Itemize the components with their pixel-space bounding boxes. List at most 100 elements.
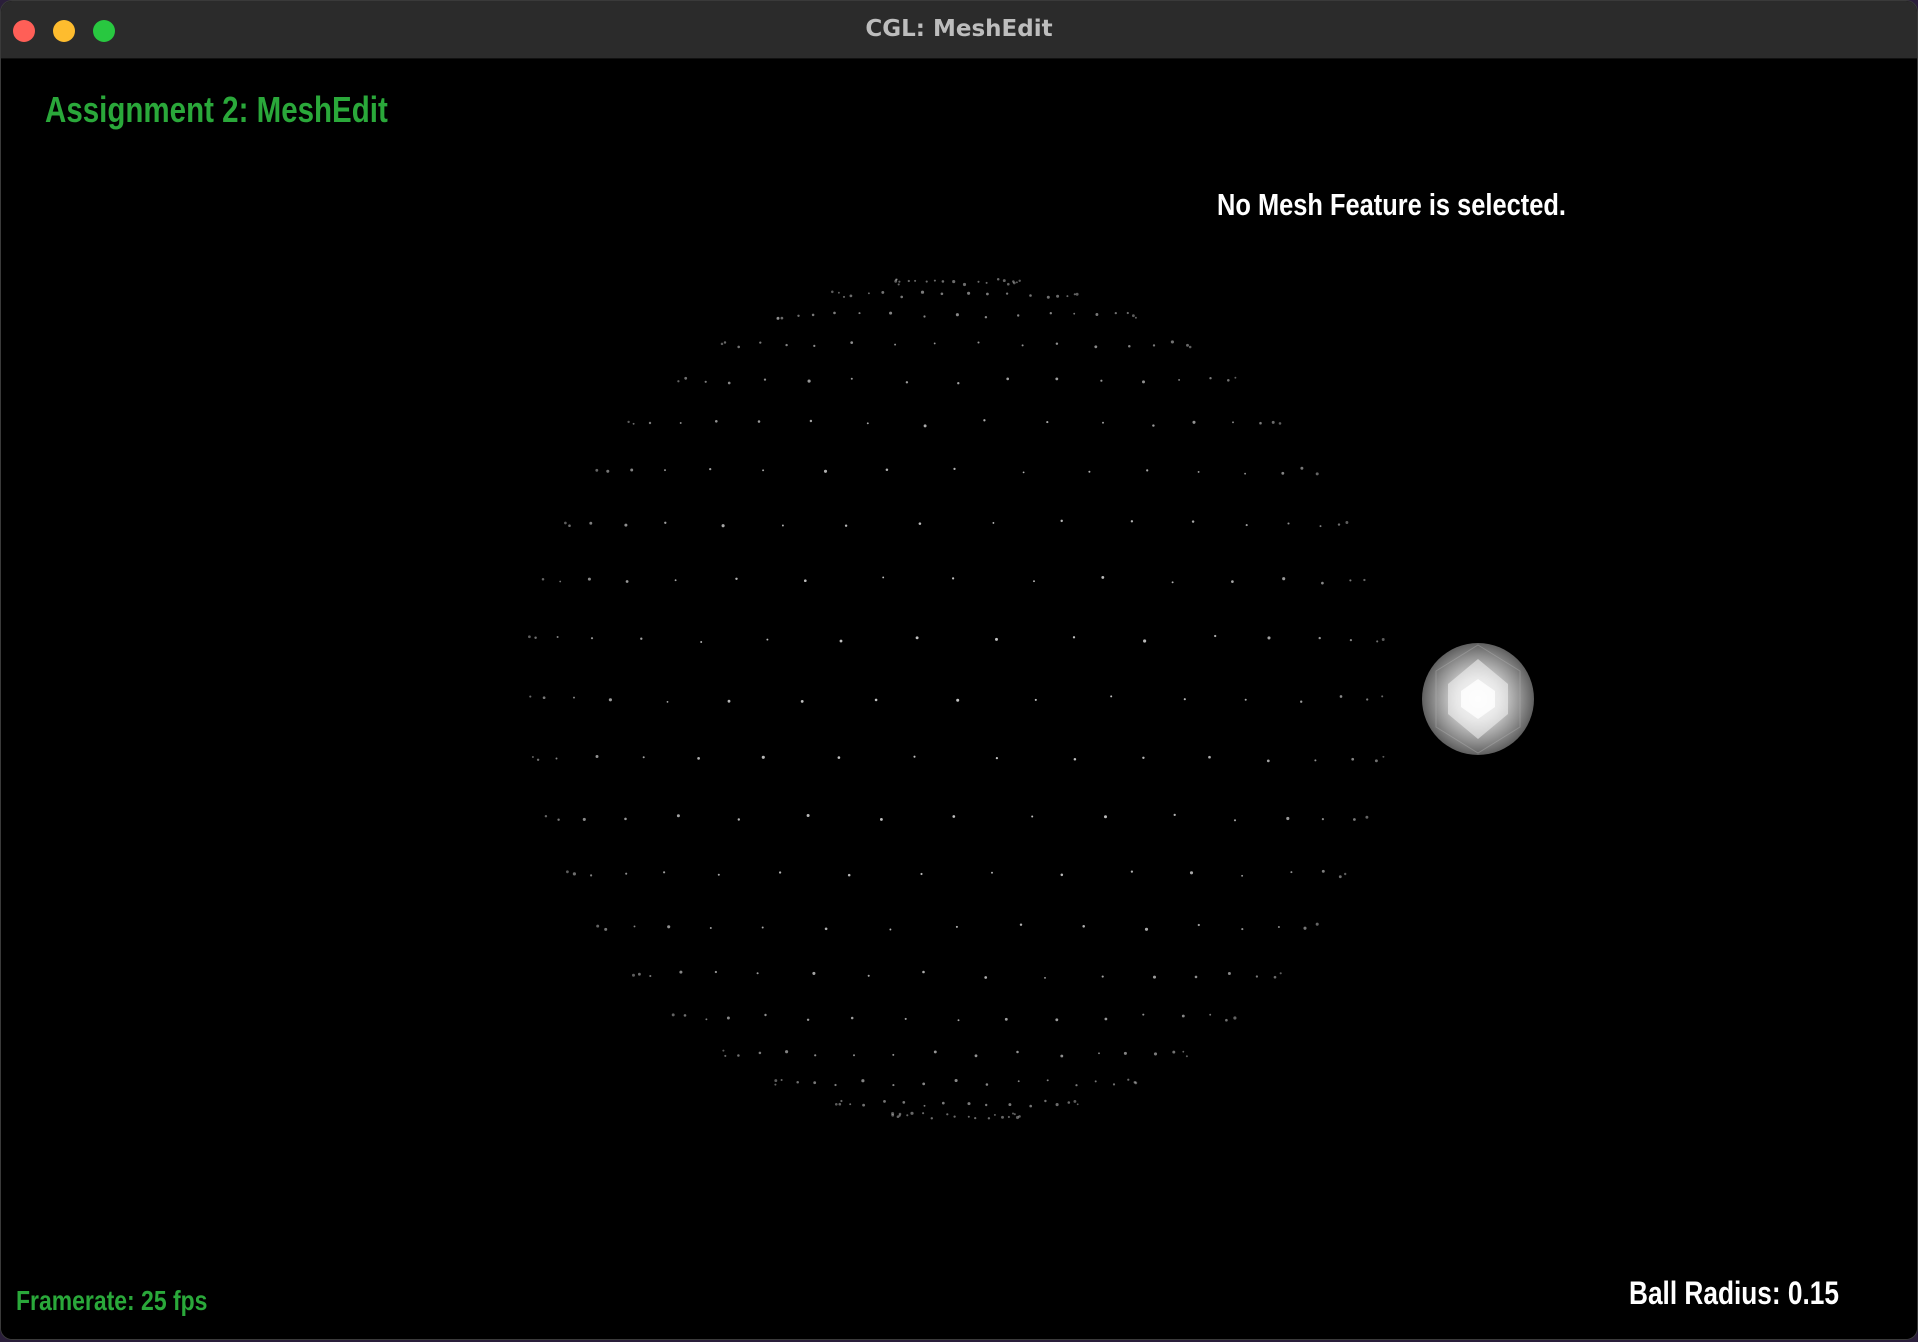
mesh-vertex[interactable]: [867, 974, 870, 977]
mesh-vertex[interactable]: [838, 1102, 842, 1106]
mesh-vertex[interactable]: [881, 290, 885, 294]
mesh-vertex[interactable]: [813, 344, 816, 348]
mesh-vertex[interactable]: [1197, 470, 1200, 473]
mesh-vertex[interactable]: [867, 292, 870, 295]
mesh-vertex[interactable]: [640, 637, 643, 640]
mesh-vertex[interactable]: [914, 279, 917, 282]
mesh-vertex[interactable]: [953, 1115, 956, 1118]
mesh-vertex[interactable]: [1056, 294, 1060, 298]
mesh-vertex[interactable]: [1277, 925, 1280, 929]
mesh-vertex[interactable]: [974, 1054, 978, 1058]
mesh-vertex[interactable]: [1363, 578, 1366, 582]
mesh-vertex[interactable]: [1016, 1050, 1019, 1054]
mesh-vertex[interactable]: [904, 1017, 907, 1020]
mesh-vertex[interactable]: [1209, 1013, 1212, 1016]
mesh-vertex[interactable]: [1075, 292, 1079, 296]
mesh-vertex[interactable]: [922, 1082, 926, 1086]
mesh-vertex[interactable]: [1044, 1099, 1047, 1103]
mesh-vertex[interactable]: [1245, 524, 1248, 527]
mesh-vertex[interactable]: [1191, 520, 1195, 523]
mesh-vertex[interactable]: [1146, 469, 1149, 472]
mesh-vertex[interactable]: [923, 1104, 926, 1107]
mesh-vertex[interactable]: [824, 927, 828, 931]
mesh-vertex[interactable]: [1214, 634, 1217, 638]
mesh-vertex[interactable]: [721, 524, 725, 528]
mesh-vertex[interactable]: [952, 815, 956, 818]
mesh-vertex[interactable]: [900, 295, 904, 299]
mesh-vertex[interactable]: [1075, 1084, 1078, 1087]
mesh-vertex[interactable]: [1101, 975, 1104, 978]
mesh-vertex[interactable]: [1142, 380, 1145, 384]
mesh-vertex[interactable]: [1018, 279, 1021, 283]
mesh-vertex[interactable]: [806, 1018, 810, 1022]
mesh-vertex[interactable]: [920, 872, 923, 876]
mesh-vertex[interactable]: [955, 313, 959, 317]
mesh-vertex[interactable]: [1181, 1014, 1185, 1018]
mesh-vertex[interactable]: [1102, 421, 1104, 424]
mesh-vertex[interactable]: [1072, 636, 1076, 639]
mesh-vertex[interactable]: [632, 422, 635, 425]
mesh-vertex[interactable]: [555, 757, 558, 760]
mesh-vertex[interactable]: [796, 1080, 799, 1084]
mesh-vertex[interactable]: [995, 756, 999, 760]
mesh-vertex[interactable]: [831, 290, 834, 294]
mesh-vertex[interactable]: [700, 641, 703, 643]
mesh-vertex[interactable]: [897, 283, 900, 286]
mesh-vertex[interactable]: [1382, 755, 1385, 758]
mesh-vertex[interactable]: [941, 280, 945, 283]
mesh-vertex[interactable]: [844, 524, 848, 527]
mesh-vertex[interactable]: [1318, 636, 1321, 640]
mesh-vertex[interactable]: [606, 469, 610, 473]
mesh-vertex[interactable]: [1098, 1052, 1100, 1055]
mesh-vertex[interactable]: [727, 381, 731, 385]
mesh-vertex[interactable]: [529, 695, 532, 698]
mesh-vertex[interactable]: [910, 1111, 914, 1115]
mesh-vertex[interactable]: [1076, 1103, 1079, 1106]
mesh-vertex[interactable]: [1241, 928, 1244, 931]
mesh-vertex[interactable]: [803, 579, 807, 583]
mesh-vertex[interactable]: [684, 376, 688, 380]
mesh-vertex[interactable]: [894, 343, 897, 346]
mesh-vertex[interactable]: [1319, 525, 1322, 528]
mesh-vertex[interactable]: [664, 469, 666, 472]
mesh-vertex[interactable]: [946, 1113, 949, 1116]
mesh-vertex[interactable]: [1287, 522, 1290, 525]
mesh-vertex[interactable]: [781, 524, 784, 527]
mesh-vertex[interactable]: [1315, 922, 1319, 926]
mesh-vertex[interactable]: [1123, 1051, 1127, 1055]
mesh-vertex[interactable]: [892, 1084, 895, 1087]
mesh-vertex[interactable]: [1019, 923, 1023, 926]
mesh-vertex[interactable]: [840, 1099, 843, 1103]
mesh-vertex[interactable]: [985, 1103, 988, 1107]
mesh-vertex[interactable]: [582, 817, 586, 821]
mesh-vertex[interactable]: [898, 280, 901, 283]
mesh-vertex[interactable]: [882, 576, 885, 579]
mesh-vertex[interactable]: [1044, 976, 1046, 979]
mesh-vertex[interactable]: [967, 1102, 971, 1106]
mesh-vertex[interactable]: [1133, 1081, 1137, 1084]
mesh-vertex[interactable]: [1338, 875, 1342, 879]
mesh-vertex[interactable]: [758, 1051, 762, 1055]
mesh-vertex[interactable]: [823, 469, 828, 473]
mesh-vertex[interactable]: [1281, 471, 1285, 475]
mesh-vertex[interactable]: [1073, 1099, 1077, 1103]
mesh-vertex[interactable]: [627, 420, 630, 424]
mesh-vertex[interactable]: [1006, 282, 1010, 286]
mesh-vertex[interactable]: [1286, 816, 1290, 821]
mesh-vertex[interactable]: [1232, 421, 1234, 424]
mesh-vertex[interactable]: [1278, 422, 1282, 425]
mesh-vertex[interactable]: [1197, 923, 1200, 927]
mesh-vertex[interactable]: [885, 468, 889, 471]
mesh-vertex[interactable]: [757, 420, 761, 423]
mesh-vertex[interactable]: [1126, 311, 1129, 315]
mesh-vertex[interactable]: [737, 1054, 740, 1057]
mesh-vertex[interactable]: [717, 873, 720, 876]
mesh-vertex[interactable]: [1094, 345, 1098, 349]
mesh-vertex[interactable]: [568, 524, 571, 527]
mesh-vertex[interactable]: [1073, 312, 1076, 315]
mesh-vertex[interactable]: [962, 282, 967, 287]
mesh-vertex[interactable]: [761, 926, 764, 929]
mesh-vertex[interactable]: [534, 636, 537, 639]
mesh-vertex[interactable]: [849, 1103, 852, 1106]
mesh-vertex[interactable]: [1314, 759, 1317, 762]
